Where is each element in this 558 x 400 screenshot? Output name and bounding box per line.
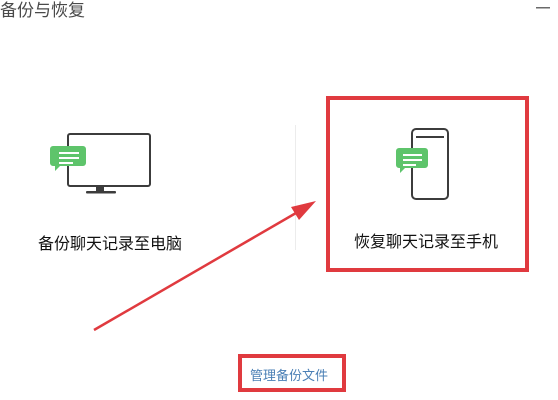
manage-highlight-box — [238, 354, 346, 392]
pointer-arrow-icon — [93, 201, 316, 332]
